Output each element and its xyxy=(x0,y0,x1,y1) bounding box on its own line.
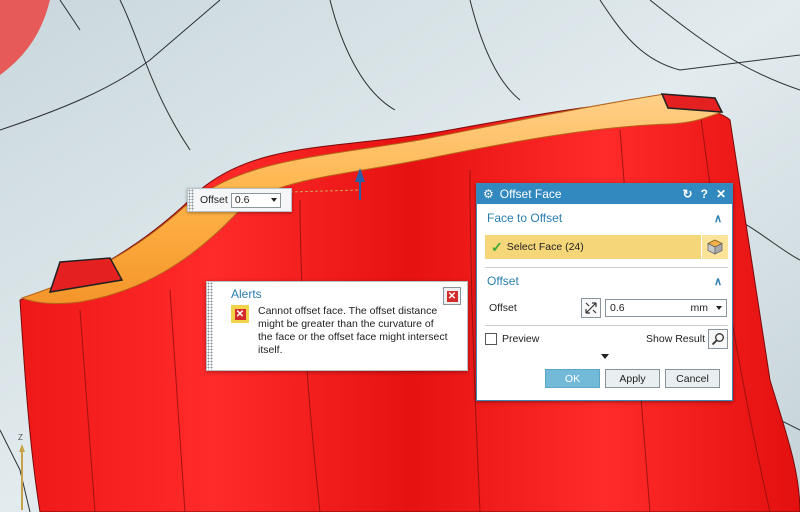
offset-onscreen-value: 0.6 xyxy=(234,194,250,206)
chevron-down-icon[interactable] xyxy=(270,198,277,202)
dialog-title: Offset Face xyxy=(499,187,562,201)
alerts-close-button[interactable]: ✕ xyxy=(443,287,461,305)
preview-label: Preview xyxy=(502,333,540,345)
dialog-title-bar[interactable]: ⚙ Offset Face ↻ ? ✕ xyxy=(477,184,732,204)
checkmark-icon: ✓ xyxy=(491,238,503,255)
unit-label: mm xyxy=(690,302,709,314)
help-icon[interactable]: ? xyxy=(701,187,708,201)
more-options-arrow-icon[interactable] xyxy=(601,354,609,359)
magnifier-icon xyxy=(711,333,724,346)
chevron-up-icon[interactable]: ∧ xyxy=(714,212,722,225)
preview-row: Preview Show Result xyxy=(485,329,728,349)
reverse-direction-icon[interactable] xyxy=(581,298,601,318)
preview-checkbox[interactable] xyxy=(485,333,497,345)
offset-onscreen-input: Offset 0.6 xyxy=(187,188,292,212)
face-cube-icon[interactable] xyxy=(701,235,728,259)
offset-section-header[interactable]: Offset ∧ xyxy=(477,271,732,291)
show-result-button[interactable] xyxy=(708,329,728,349)
triad-z-label: Z xyxy=(18,433,23,442)
cancel-button[interactable]: Cancel xyxy=(665,369,720,388)
select-face-label: Select Face (24) xyxy=(506,241,584,253)
offset-face-dialog: ⚙ Offset Face ↻ ? ✕ Face to Offset ∧ ✓ S… xyxy=(476,183,733,401)
reset-icon[interactable]: ↻ xyxy=(683,187,693,201)
apply-button[interactable]: Apply xyxy=(605,369,660,388)
offset-label: Offset xyxy=(489,302,517,314)
drag-grip[interactable] xyxy=(188,189,194,211)
offset-section-title: Offset xyxy=(487,274,519,288)
offset-value-field[interactable]: 0.6 mm xyxy=(605,299,727,317)
show-result-label: Show Result xyxy=(646,333,705,345)
chevron-up-icon[interactable]: ∧ xyxy=(714,275,722,288)
alerts-title: Alerts xyxy=(231,287,262,301)
divider xyxy=(485,267,728,268)
ok-button[interactable]: OK xyxy=(545,369,600,388)
drag-grip[interactable] xyxy=(207,282,213,370)
offset-row: Offset 0.6 mm xyxy=(489,297,727,319)
close-icon: ✕ xyxy=(446,290,458,302)
offset-onscreen-field[interactable]: 0.6 xyxy=(230,192,281,208)
offset-value: 0.6 xyxy=(610,302,625,314)
alert-message: Cannot offset face. The offset distance … xyxy=(258,305,448,356)
close-icon[interactable]: ✕ xyxy=(716,187,726,201)
face-to-offset-header[interactable]: Face to Offset ∧ xyxy=(477,208,732,228)
error-icon: ✕ xyxy=(231,305,249,323)
chevron-down-icon[interactable] xyxy=(716,306,722,310)
alerts-popup: Alerts ✕ ✕ Cannot offset face. The offse… xyxy=(206,281,468,371)
offset-onscreen-label: Offset xyxy=(200,194,228,206)
face-to-offset-title: Face to Offset xyxy=(487,211,563,225)
select-face-row[interactable]: ✓ Select Face (24) xyxy=(485,235,728,259)
dialog-buttons: OK Apply Cancel xyxy=(545,369,720,389)
gear-icon[interactable]: ⚙ xyxy=(483,187,494,201)
divider xyxy=(485,325,728,326)
